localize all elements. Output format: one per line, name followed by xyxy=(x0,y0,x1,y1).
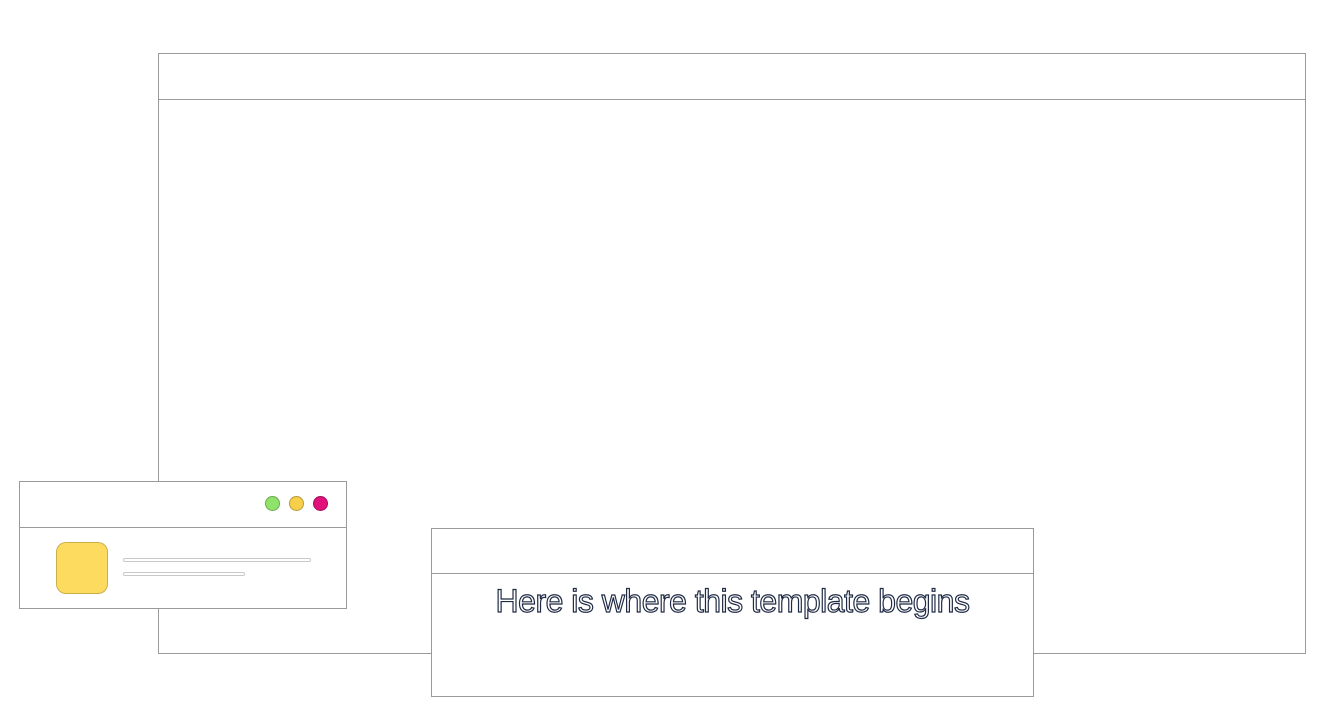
placeholder-text-line xyxy=(123,572,245,576)
small-window xyxy=(19,481,347,609)
yellow-dot-icon[interactable] xyxy=(289,496,304,511)
large-window-titlebar xyxy=(159,54,1305,100)
green-dot-icon[interactable] xyxy=(265,496,280,511)
caption-window: Here is where this template begins xyxy=(431,528,1034,697)
placeholder-text-line xyxy=(123,558,311,562)
caption-window-titlebar xyxy=(432,529,1033,574)
app-tile-icon xyxy=(56,542,108,594)
small-window-titlebar xyxy=(20,482,346,528)
pink-dot-icon[interactable] xyxy=(313,496,328,511)
caption-text: Here is where this template begins xyxy=(495,582,971,619)
